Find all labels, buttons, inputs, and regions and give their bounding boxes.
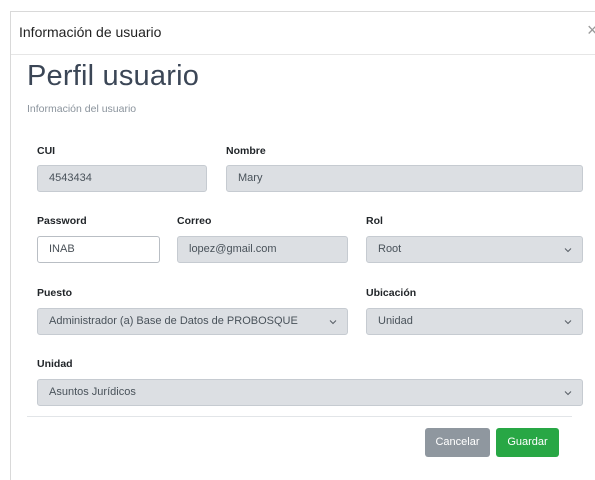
modal-header: Información de usuario × [11,12,595,55]
correo-field[interactable]: lopez@gmail.com [177,236,348,263]
footer-divider [27,416,572,417]
ubicacion-label: Ubicación [366,287,417,299]
cui-label: CUI [37,145,56,157]
cancel-button[interactable]: Cancelar [425,428,490,457]
modal-title: Información de usuario [19,24,162,40]
page-title: Perfil usuario [27,60,200,92]
chevron-down-icon [564,248,572,253]
unidad-select[interactable]: Asuntos Jurídicos [37,379,583,406]
nombre-field[interactable]: Mary [226,165,583,192]
puesto-select-value: Administrador (a) Base de Datos de PROBO… [49,315,298,327]
rol-label: Rol [366,215,383,227]
chevron-down-icon [329,320,337,325]
unidad-label: Unidad [37,358,73,370]
password-field[interactable]: INAB [37,236,160,263]
save-button[interactable]: Guardar [496,428,559,457]
puesto-select[interactable]: Administrador (a) Base de Datos de PROBO… [37,308,348,335]
close-icon[interactable]: × [587,21,595,39]
unidad-select-value: Asuntos Jurídicos [49,386,136,398]
rol-select-value: Root [378,243,402,255]
rol-select[interactable]: Root [366,236,583,263]
cui-field[interactable]: 4543434 [37,165,207,192]
puesto-label: Puesto [37,287,73,299]
ubicacion-select-value: Unidad [378,315,413,327]
nombre-label: Nombre [226,145,266,157]
ubicacion-select[interactable]: Unidad [366,308,583,335]
password-label: Password [37,215,87,227]
chevron-down-icon [564,320,572,325]
page-subtitle: Información del usuario [27,103,137,115]
correo-label: Correo [177,215,212,227]
chevron-down-icon [564,391,572,396]
